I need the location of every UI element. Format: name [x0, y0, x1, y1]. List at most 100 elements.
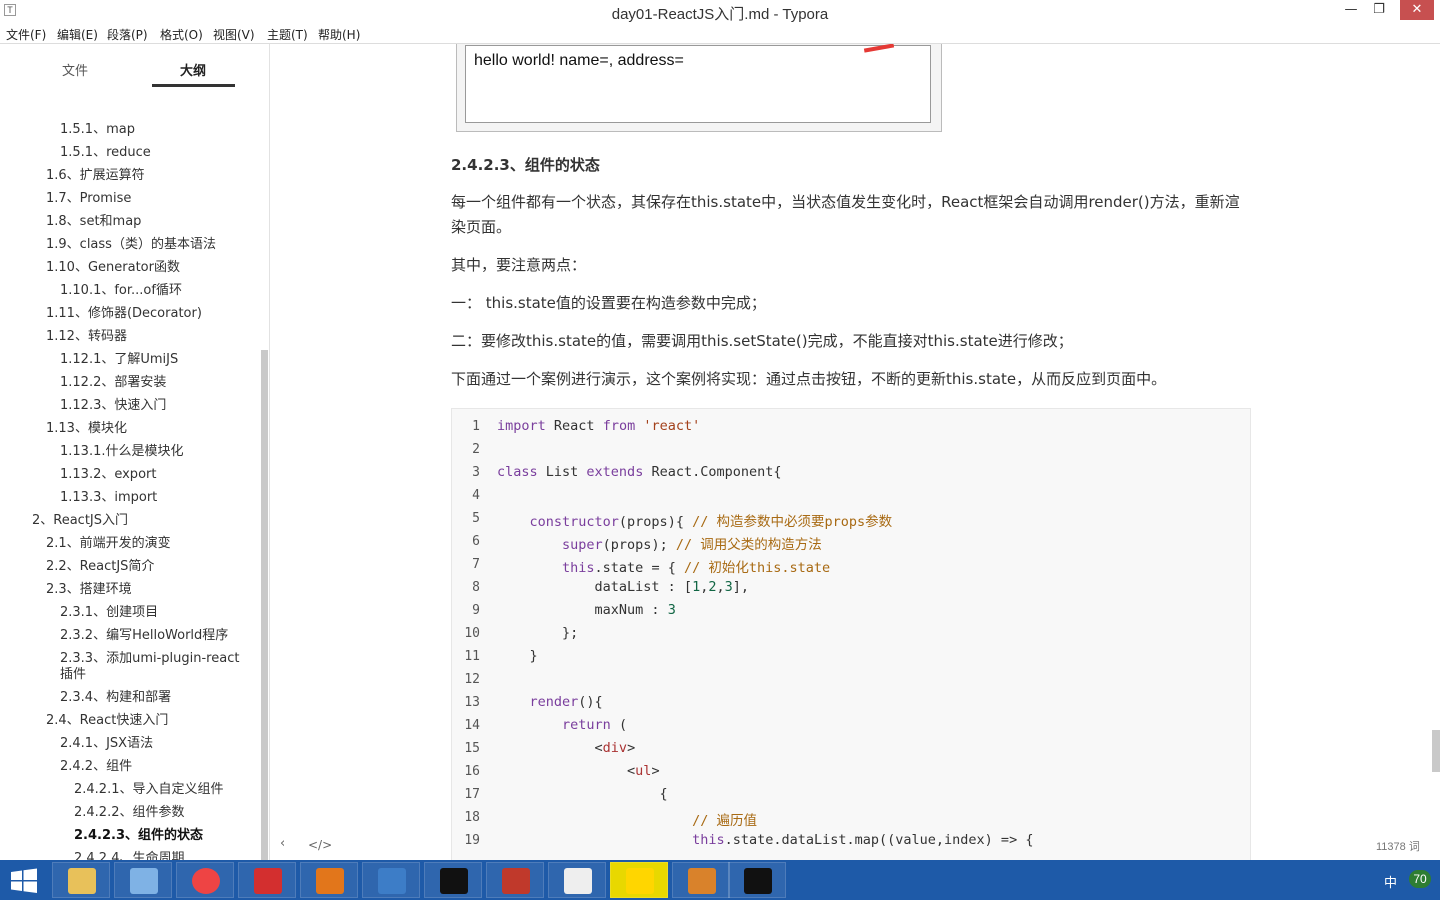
paint-icon[interactable] [114, 862, 172, 898]
code-line: <ul> [497, 763, 660, 779]
code-line: this.state.dataList.map((value,index) =>… [692, 832, 1034, 848]
intellij-icon[interactable] [424, 862, 482, 898]
close-button[interactable]: ✕ [1400, 0, 1434, 20]
line-number: 19 [464, 833, 480, 848]
line-number: 6 [472, 534, 480, 549]
code-line: constructor(props){ // 构造参数中必须要props参数 [529, 514, 893, 530]
word-count[interactable]: 11378 词 [1376, 838, 1420, 854]
editor-scrollbar[interactable] [1432, 730, 1440, 772]
outline-item[interactable]: 1.12.2、部署安装 [60, 375, 166, 391]
outline-item[interactable]: 1.13.3、import [60, 490, 157, 506]
outline-item[interactable]: 1.5.1、reduce [60, 145, 151, 161]
paragraph: 下面通过一个案例进行演示，这个案例将实现：通过点击按钮，不断的更新this.st… [451, 370, 1167, 388]
code-line: render(){ [529, 694, 603, 710]
outline-item[interactable]: 2.4、React快速入门 [46, 713, 168, 729]
line-number: 4 [472, 488, 480, 503]
outline-item[interactable]: 1.6、扩展运算符 [46, 168, 145, 184]
typora-icon[interactable] [548, 862, 606, 898]
outline-item[interactable]: 2.4.2.2、组件参数 [74, 805, 184, 821]
outline-item[interactable]: 2.4.2.3、组件的状态 [74, 828, 203, 844]
sublime-icon[interactable] [362, 862, 420, 898]
code-line: dataList : [1,2,3], [497, 579, 750, 595]
line-number: 8 [472, 580, 480, 595]
outline-item[interactable]: 1.12.1、了解UmiJS [60, 352, 178, 368]
windows-start-icon[interactable] [10, 868, 38, 894]
red-arrow [863, 44, 895, 53]
outline-item[interactable]: 2.4.1、JSX语法 [60, 736, 153, 752]
code-line: this.state = { // 初始化this.state [562, 560, 831, 576]
outline-item[interactable]: 1.9、class（类）的基本语法 [46, 237, 216, 253]
outline-item[interactable]: 1.13.1.什么是模块化 [60, 444, 183, 460]
chrome-icon[interactable] [176, 862, 234, 898]
outline-item[interactable]: 2.4.2.1、导入自定义组件 [74, 782, 223, 798]
taskbar [0, 860, 1440, 900]
outline-item[interactable]: 1.11、修饰器(Decorator) [46, 306, 202, 322]
outline-item[interactable]: 2.3.1、创建项目 [60, 605, 158, 621]
source-code-mode-button[interactable]: </> [308, 838, 332, 852]
line-number: 10 [464, 626, 480, 641]
maximize-button[interactable]: ❐ [1366, 0, 1392, 20]
tab-outline[interactable]: 大纲 [180, 60, 206, 79]
minimize-button[interactable]: — [1338, 0, 1364, 20]
section-heading: 2.4.2.3、组件的状态 [451, 156, 600, 174]
menu-file[interactable]: 文件(F) [6, 26, 46, 43]
editor-content[interactable]: hello world! name=, address= 2.4.2.3、组件的… [271, 44, 1440, 860]
outline-item[interactable]: 1.7、Promise [46, 191, 131, 207]
outline-item[interactable]: 2.3.2、编写HelloWorld程序 [60, 628, 228, 644]
code-block[interactable]: 1 import React from 'react' 2 3 class List e… [451, 408, 1251, 860]
potplayer-icon[interactable] [610, 862, 668, 898]
another-app-icon[interactable] [672, 862, 730, 898]
ime-indicator[interactable]: 中 [1384, 872, 1397, 891]
menu-view[interactable]: 视图(V) [213, 26, 255, 43]
outline-item[interactable]: 2.2、ReactJS简介 [46, 559, 154, 575]
outline-item[interactable]: 1.5.1、map [60, 122, 135, 138]
line-number: 15 [464, 741, 480, 756]
paragraph: 二：要修改this.state的值，需要调用this.setState()完成，… [451, 332, 1073, 350]
code-line: super(props); // 调用父类的构造方法 [562, 537, 822, 553]
menu-theme[interactable]: 主题(T) [267, 26, 308, 43]
outline-item[interactable]: 2.4.2.4、生命周期 [74, 851, 184, 860]
menu-bar: 文件(F) 编辑(E) 段落(P) 格式(O) 视图(V) 主题(T) 帮助(H… [0, 22, 1440, 44]
menu-edit[interactable]: 编辑(E) [57, 26, 98, 43]
outline-item[interactable]: 1.10、Generator函数 [46, 260, 180, 276]
xmind-icon[interactable] [238, 862, 296, 898]
tray-badge[interactable]: 70 [1409, 870, 1431, 888]
menu-format[interactable]: 格式(O) [160, 26, 203, 43]
code-line: maxNum : 3 [497, 602, 676, 618]
outline-item[interactable]: 2.4.2、组件 [60, 759, 132, 775]
archive-icon[interactable] [486, 862, 544, 898]
line-number: 7 [472, 557, 480, 572]
menu-paragraph[interactable]: 段落(P) [107, 26, 148, 43]
code-line: import React from 'react' [497, 418, 701, 434]
outline-item[interactable]: 1.13.2、export [60, 467, 156, 483]
menu-help[interactable]: 帮助(H) [318, 26, 360, 43]
line-number: 11 [464, 649, 480, 664]
sidebar-scrollbar[interactable] [261, 350, 268, 860]
active-tab-indicator [152, 84, 235, 87]
outline-item[interactable]: 2、ReactJS入门 [32, 513, 128, 529]
outline-item[interactable]: 1.8、set和map [46, 214, 141, 230]
line-number: 16 [464, 764, 480, 779]
outline-item[interactable]: 1.12.3、快速入门 [60, 398, 166, 414]
outline-item[interactable]: 1.13、模块化 [46, 421, 127, 437]
typora-alt-icon[interactable] [300, 862, 358, 898]
line-number: 2 [472, 442, 480, 457]
cmd-icon[interactable] [728, 862, 786, 898]
outline-item[interactable]: 2.3、搭建环境 [46, 582, 132, 598]
file-explorer-icon[interactable] [52, 862, 110, 898]
code-line: }; [497, 625, 579, 641]
outline-item[interactable]: 2.3.4、构建和部署 [60, 690, 171, 706]
line-number: 12 [464, 672, 480, 687]
outline-item[interactable]: 插件 [60, 667, 86, 683]
line-number: 13 [464, 695, 480, 710]
tab-files[interactable]: 文件 [62, 60, 88, 79]
paragraph: 每一个组件都有一个状态，其保存在this.state中，当状态值发生变化时，Re… [451, 193, 1240, 236]
outline-item[interactable]: 1.12、转码器 [46, 329, 127, 345]
sidebar-toggle-button[interactable]: ‹ [280, 836, 285, 851]
outline-item[interactable]: 2.3.3、添加umi-plugin-react [60, 651, 239, 667]
outline-item[interactable]: 2.1、前端开发的演变 [46, 536, 171, 552]
code-line: { [497, 786, 668, 802]
screenshot-image-inner: hello world! name=, address= [465, 44, 931, 123]
title-bar: T day01-ReactJS入门.md - Typora — ❐ ✕ [0, 0, 1440, 23]
outline-item[interactable]: 1.10.1、for...of循环 [60, 283, 182, 299]
